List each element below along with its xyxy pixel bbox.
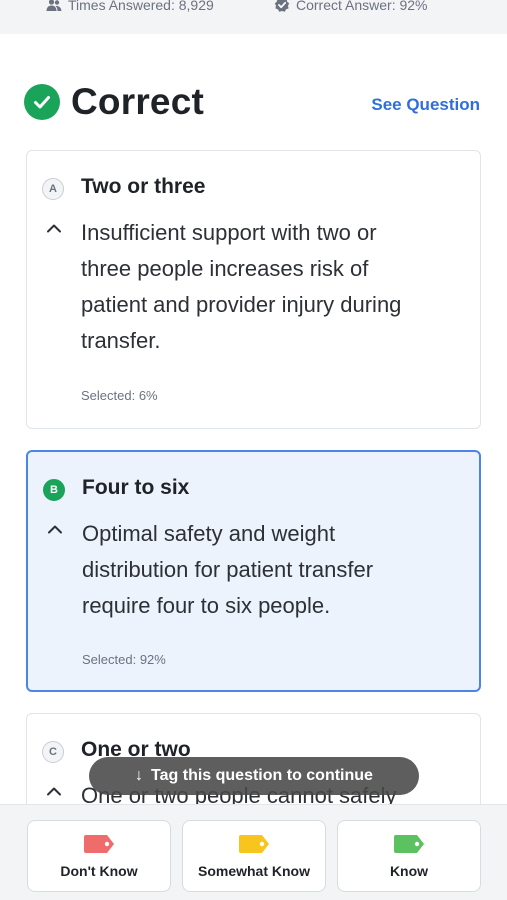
arrow-down-icon: ↓ xyxy=(135,767,144,784)
dont-know-button[interactable]: Don't Know xyxy=(27,820,171,892)
explanation-line: Insufficient support with two or xyxy=(81,220,377,245)
explanation-line: patient and provider injury during xyxy=(81,292,402,317)
option-explanation: Insufficient support with two or three p… xyxy=(81,215,471,359)
answer-option-a[interactable]: A Two or three Insufficient support with… xyxy=(26,150,481,429)
correct-answer-stat: Correct Answer: 92% xyxy=(274,0,428,13)
somewhat-know-label: Somewhat Know xyxy=(197,862,310,879)
tag-icon xyxy=(239,834,269,853)
check-circle-icon xyxy=(24,84,60,120)
tag-icon xyxy=(394,834,424,853)
know-button[interactable]: Know xyxy=(337,820,481,892)
result-header: Correct See Question xyxy=(24,81,480,122)
result-title: Correct xyxy=(71,81,204,122)
option-letter-badge: A xyxy=(42,178,64,200)
times-answered-stat: Times Answered: 8,929 xyxy=(46,0,214,13)
toast-text: Tag this question to continue xyxy=(151,767,373,784)
selected-percentage: Selected: 92% xyxy=(82,652,166,667)
correct-answer-text: Correct Answer: 92% xyxy=(296,0,428,13)
know-label: Know xyxy=(389,862,429,879)
chevron-up-icon[interactable] xyxy=(46,786,62,796)
somewhat-know-button[interactable]: Somewhat Know xyxy=(182,820,326,892)
times-answered-text: Times Answered: 8,929 xyxy=(68,0,214,13)
dont-know-label: Don't Know xyxy=(60,862,138,879)
explanation-line: transfer. xyxy=(81,328,161,353)
answer-option-b[interactable]: B Four to six Optimal safety and weight … xyxy=(26,450,481,692)
explanation-line: Optimal safety and weight xyxy=(82,521,336,546)
option-title: Four to six xyxy=(82,476,190,499)
explanation-line: three people increases risk of xyxy=(81,256,369,281)
selected-percentage: Selected: 6% xyxy=(81,388,158,403)
explanation-line: require four to six people. xyxy=(82,593,331,618)
knowledge-tag-bar: Don't Know Somewhat Know Know xyxy=(0,804,507,900)
see-question-link[interactable]: See Question xyxy=(371,95,480,115)
users-icon xyxy=(46,0,62,11)
explanation-line: distribution for patient transfer xyxy=(82,557,374,582)
stats-bar: Times Answered: 8,929 Correct Answer: 92… xyxy=(0,0,507,34)
tag-question-toast: ↓ Tag this question to continue xyxy=(89,757,419,795)
chevron-up-icon[interactable] xyxy=(46,223,62,233)
verified-badge-icon xyxy=(274,0,290,12)
tag-icon xyxy=(84,834,114,853)
answer-review-panel: Correct See Question A Two or three Insu… xyxy=(0,34,507,804)
option-letter-badge: C xyxy=(42,741,64,763)
chevron-up-icon[interactable] xyxy=(47,524,63,534)
option-explanation: Optimal safety and weight distribution f… xyxy=(82,516,472,624)
option-title: Two or three xyxy=(81,175,206,198)
option-letter-badge: B xyxy=(43,479,65,501)
